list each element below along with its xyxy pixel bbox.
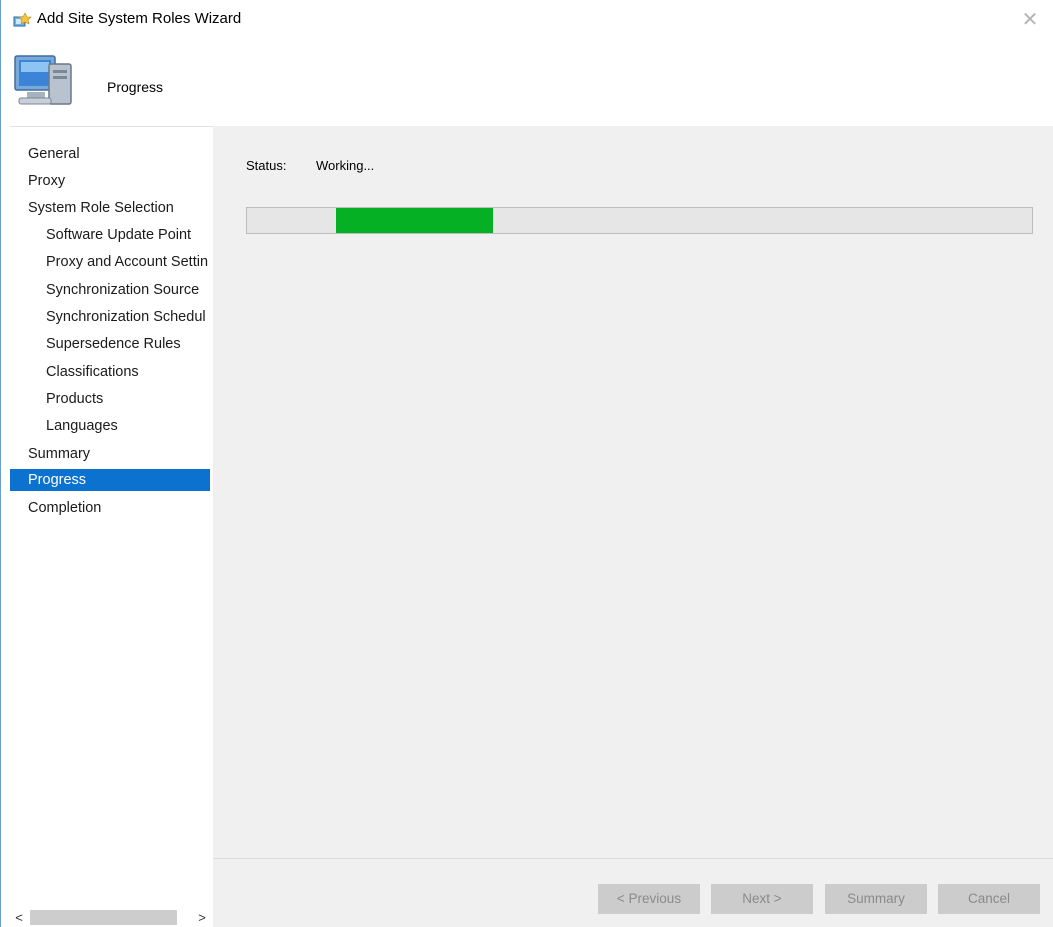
nav-item-general[interactable]: General bbox=[28, 143, 80, 165]
nav-item-software-update-point[interactable]: Software Update Point bbox=[46, 224, 191, 246]
wizard-window: Add Site System Roles Wizard ✕ Progress … bbox=[0, 0, 1053, 927]
nav-item-summary[interactable]: Summary bbox=[28, 443, 90, 465]
close-button[interactable]: ✕ bbox=[1007, 0, 1053, 38]
nav-item-products[interactable]: Products bbox=[46, 388, 103, 410]
wizard-navigation: General Proxy System Role Selection Soft… bbox=[10, 126, 213, 909]
computer-icon bbox=[14, 55, 72, 105]
progress-bar bbox=[246, 207, 1033, 234]
window-title: Add Site System Roles Wizard bbox=[37, 10, 242, 27]
scroll-right-arrow-icon[interactable]: > bbox=[193, 908, 211, 927]
nav-item-proxy-and-account-settings[interactable]: Proxy and Account Settin bbox=[46, 251, 208, 273]
close-icon: ✕ bbox=[1021, 8, 1039, 31]
nav-horizontal-scrollbar[interactable]: < > bbox=[10, 908, 213, 927]
wizard-header: Progress bbox=[1, 38, 1053, 126]
nav-item-synchronization-schedule[interactable]: Synchronization Schedul bbox=[46, 306, 206, 328]
page-title: Progress bbox=[107, 79, 164, 95]
progress-bar-fill bbox=[336, 208, 493, 233]
next-button[interactable]: Next > bbox=[711, 884, 813, 914]
nav-item-supersedence-rules[interactable]: Supersedence Rules bbox=[46, 333, 181, 355]
nav-item-progress[interactable]: Progress bbox=[28, 469, 86, 491]
nav-item-system-role-selection[interactable]: System Role Selection bbox=[28, 197, 174, 219]
wizard-button-bar: < Previous Next > Summary Cancel bbox=[213, 858, 1053, 927]
summary-button[interactable]: Summary bbox=[825, 884, 927, 914]
title-bar[interactable]: Add Site System Roles Wizard ✕ bbox=[1, 0, 1053, 38]
nav-item-completion[interactable]: Completion bbox=[28, 497, 101, 519]
progress-page: Status: Working... bbox=[213, 126, 1053, 858]
previous-button[interactable]: < Previous bbox=[598, 884, 700, 914]
status-value: Working... bbox=[316, 158, 375, 173]
nav-item-proxy[interactable]: Proxy bbox=[28, 170, 65, 192]
nav-item-synchronization-source[interactable]: Synchronization Source bbox=[46, 279, 199, 301]
cancel-button[interactable]: Cancel bbox=[938, 884, 1040, 914]
nav-item-languages[interactable]: Languages bbox=[46, 415, 118, 437]
wizard-app-icon bbox=[13, 12, 32, 27]
status-label: Status: bbox=[246, 158, 287, 173]
nav-item-classifications[interactable]: Classifications bbox=[46, 361, 139, 383]
scrollbar-thumb[interactable] bbox=[30, 910, 177, 925]
scroll-left-arrow-icon[interactable]: < bbox=[10, 908, 28, 927]
